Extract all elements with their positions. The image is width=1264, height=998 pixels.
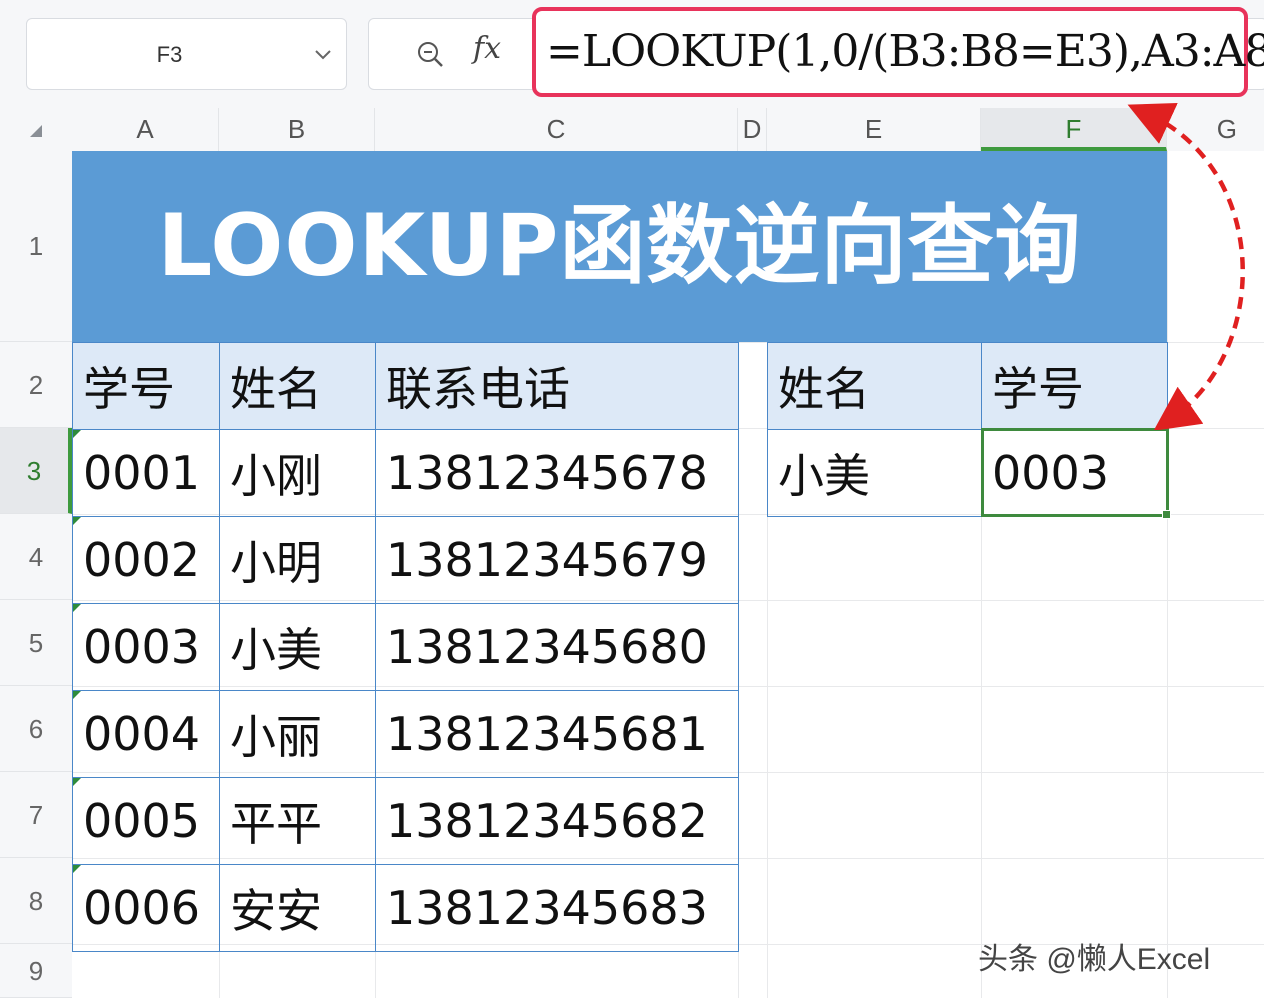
- formula-highlight-box: =LOOKUP(1,0/(B3:B8=E3),A3:A8): [532, 7, 1264, 97]
- table-cell[interactable]: 13812345682: [375, 777, 739, 865]
- header-cell[interactable]: 姓名: [767, 342, 982, 430]
- row-header-3[interactable]: 3: [0, 428, 72, 514]
- text-number-indicator-icon: [73, 691, 81, 699]
- text-number-indicator-icon: [73, 604, 81, 612]
- row-header-1[interactable]: 1: [0, 151, 72, 342]
- title-text: LOOKUP函数逆向查询: [157, 196, 1082, 296]
- header-cell[interactable]: 学号: [72, 342, 220, 430]
- table-row: 0004 小丽 13812345681: [72, 690, 739, 778]
- watermark-text: 头条 @懒人Excel: [978, 943, 1211, 976]
- table-row: 0005 平平 13812345682: [72, 777, 739, 865]
- table-cell[interactable]: 13812345679: [375, 516, 739, 604]
- table-cell[interactable]: 平平: [219, 777, 376, 865]
- row-header-8[interactable]: 8: [0, 858, 72, 944]
- cell-value: 0003: [83, 620, 201, 674]
- column-header-d[interactable]: D: [738, 108, 767, 151]
- text-number-indicator-icon: [73, 865, 81, 873]
- table-cell[interactable]: 13812345681: [375, 690, 739, 778]
- table-row: 0006 安安 13812345683: [72, 864, 739, 952]
- row-header-9[interactable]: 9: [0, 944, 72, 998]
- cell-value: 0002: [83, 533, 201, 587]
- formula-bar-area: F3 fx =LOOKUP(1,0/(B3:B8=E3),A3:A8): [0, 0, 1264, 108]
- text-number-indicator-icon: [73, 778, 81, 786]
- row-header-bar: 1 2 3 4 5 6 7 8 9: [0, 151, 72, 998]
- column-header-c[interactable]: C: [375, 108, 738, 151]
- column-header-b[interactable]: B: [219, 108, 375, 151]
- table-header-row: 姓名 学号: [767, 342, 1168, 430]
- table-cell[interactable]: 小明: [219, 516, 376, 604]
- table-cell[interactable]: 安安: [219, 864, 376, 952]
- header-cell[interactable]: 联系电话: [375, 342, 739, 430]
- annotation-arrow-icon: [1127, 102, 1245, 430]
- text-number-indicator-icon: [73, 430, 81, 438]
- column-header-a[interactable]: A: [72, 108, 219, 151]
- row-header-2[interactable]: 2: [0, 342, 72, 428]
- table-cell[interactable]: 13812345678: [375, 429, 739, 517]
- table-cell[interactable]: 13812345680: [375, 603, 739, 691]
- student-table: 学号 姓名 联系电话 0001 小刚 13812345678 0002 小明 1…: [72, 342, 739, 952]
- table-cell[interactable]: 小美: [219, 603, 376, 691]
- table-header-row: 学号 姓名 联系电话: [72, 342, 739, 430]
- table-cell[interactable]: 小丽: [219, 690, 376, 778]
- header-cell[interactable]: 姓名: [219, 342, 376, 430]
- row-header-5[interactable]: 5: [0, 600, 72, 686]
- select-all-corner-icon[interactable]: [30, 125, 42, 137]
- row-header-7[interactable]: 7: [0, 772, 72, 858]
- table-row: 0003 小美 13812345680: [72, 603, 739, 691]
- table-cell[interactable]: 0001: [72, 429, 220, 517]
- name-box-value: F3: [156, 42, 183, 67]
- lookup-name-cell[interactable]: 小美: [767, 429, 982, 517]
- table-cell[interactable]: 0006: [72, 864, 220, 952]
- table-cell[interactable]: 0004: [72, 690, 220, 778]
- table-cell[interactable]: 13812345683: [375, 864, 739, 952]
- table-cell[interactable]: 小刚: [219, 429, 376, 517]
- table-cell[interactable]: 0003: [72, 603, 220, 691]
- column-header-e[interactable]: E: [767, 108, 981, 151]
- table-row: 0001 小刚 13812345678: [72, 429, 739, 517]
- table-row: 0002 小明 13812345679: [72, 516, 739, 604]
- cell-value: 0005: [83, 794, 201, 848]
- fx-icon[interactable]: fx: [473, 31, 501, 66]
- row-header-4[interactable]: 4: [0, 514, 72, 600]
- table-cell[interactable]: 0002: [72, 516, 220, 604]
- chevron-down-icon[interactable]: [312, 43, 334, 65]
- cell-value: 0001: [83, 446, 201, 500]
- table-cell[interactable]: 0005: [72, 777, 220, 865]
- cell-value: 0004: [83, 707, 201, 761]
- cell-selection-border: [981, 428, 1169, 517]
- cell-value: 0006: [83, 881, 201, 935]
- zoom-out-icon[interactable]: [415, 39, 445, 69]
- title-banner: LOOKUP函数逆向查询: [72, 151, 1167, 342]
- column-header-bar: A B C D E F G: [0, 108, 1264, 151]
- row-header-6[interactable]: 6: [0, 686, 72, 772]
- text-number-indicator-icon: [73, 517, 81, 525]
- name-box[interactable]: F3: [26, 18, 347, 90]
- formula-input[interactable]: =LOOKUP(1,0/(B3:B8=E3),A3:A8): [546, 11, 1264, 93]
- fill-handle[interactable]: [1162, 510, 1171, 519]
